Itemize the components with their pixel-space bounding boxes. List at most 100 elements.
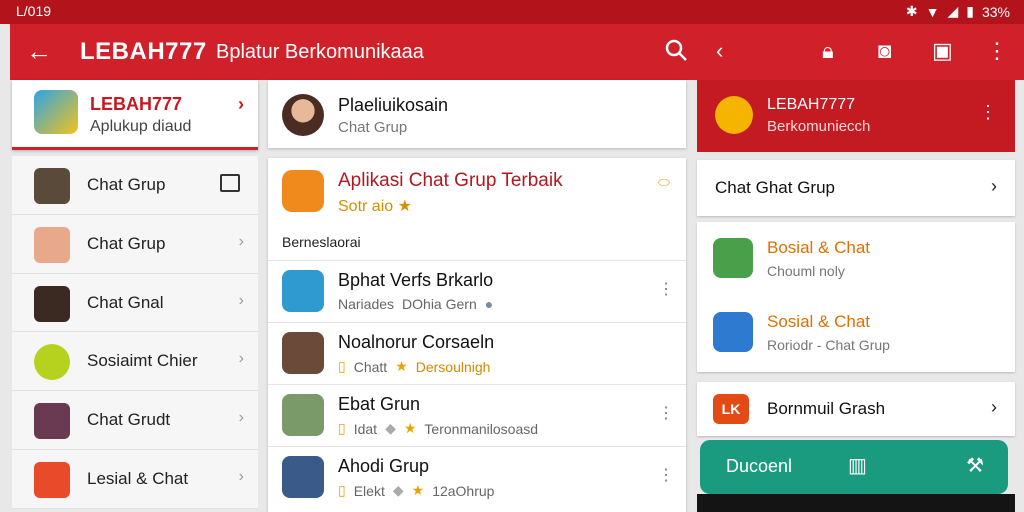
- avatar: [34, 403, 70, 440]
- list-item-meta: ▯ Elekt ◆ ★ 12aOhrup: [338, 482, 495, 499]
- app-bar: ← LEBAH777 Bplatur Berkomunikaaa: [10, 24, 694, 80]
- list-item[interactable]: Chat Grup: [12, 156, 258, 215]
- middle-column: Plaeliuikosain Chat Grup Aplikasi Chat G…: [268, 80, 686, 512]
- avatar: [282, 394, 324, 436]
- avatar: [34, 168, 70, 204]
- list-item-title: Bosial & Chat: [767, 238, 870, 257]
- user-icon: ●: [484, 296, 494, 312]
- chevron-right-icon: ›: [238, 232, 244, 250]
- list-item-sub: Roriodr - Chat Grup: [767, 337, 890, 353]
- star-icon: ★: [395, 358, 408, 374]
- back-arrow-icon[interactable]: ←: [26, 36, 52, 67]
- more-vert-icon[interactable]: ⋮: [658, 279, 674, 299]
- row-label: Bornmuil Grash: [767, 399, 886, 418]
- lock-icon[interactable]: 🔒︎: [822, 38, 834, 64]
- list-item[interactable]: Ahodi Grup ▯ Elekt ◆ ★ 12aOhrup ⋮: [268, 446, 686, 508]
- app-logo: [715, 96, 753, 134]
- battery-percent: 33%: [981, 3, 1010, 20]
- bluetooth-icon: ✱: [905, 3, 918, 19]
- app-icon: [282, 170, 324, 212]
- list-item[interactable]: Chat Grudt ›: [12, 391, 258, 450]
- chevron-right-icon: ›: [238, 467, 244, 485]
- left-column: LEBAH777 Aplukup diaud › Chat Grup Chat …: [12, 80, 258, 512]
- signal-icon: ◢: [947, 3, 959, 19]
- chat-name: Plaeliuikosain: [338, 95, 449, 115]
- avatar: [34, 344, 70, 381]
- chevron-right-icon: ›: [238, 291, 244, 309]
- list-item[interactable]: Ebat Grun ▯ Idat ◆ ★ Teronmanilosoasd ⋮: [268, 384, 686, 446]
- diamond-icon: ◆: [385, 420, 396, 436]
- list-item-name: Ebat Grun: [338, 394, 421, 414]
- search-icon[interactable]: [664, 38, 688, 62]
- section-label: Berneslaorai: [282, 234, 361, 250]
- gift-icon[interactable]: ▥: [848, 453, 867, 478]
- list-item[interactable]: Lesial & Chat ›: [12, 449, 258, 509]
- profile-name: LEBAH777: [90, 94, 183, 114]
- list-item[interactable]: Sosial & Chat Roriodr - Chat Grup: [697, 300, 1015, 372]
- chevron-left-icon[interactable]: ‹: [716, 38, 723, 64]
- featured-panel: Aplikasi Chat Grup Terbaik Sotr aio ★ ⬭ …: [268, 158, 686, 512]
- avatar: [34, 461, 70, 498]
- list-item-label: Chat Grup: [87, 175, 166, 194]
- avatar: [34, 285, 70, 322]
- list-item[interactable]: Chat Grup ›: [12, 214, 258, 274]
- list-item[interactable]: Bosial & Chat Chouml noly: [697, 226, 1015, 298]
- crop-icon[interactable]: [220, 174, 240, 192]
- row-label: Chat Ghat Grup: [715, 178, 836, 197]
- list-item[interactable]: Sosiaimt Chier ›: [12, 332, 258, 392]
- more-vert-icon[interactable]: ⋮: [658, 403, 674, 423]
- list-item[interactable]: Chat Gnal ›: [12, 273, 258, 333]
- status-time: L/019: [16, 3, 52, 19]
- profile-desc: Aplukup diaud: [90, 118, 192, 135]
- media-icon[interactable]: ▣: [932, 38, 953, 64]
- list-item-label: Sosiaimt Chier: [87, 351, 198, 371]
- app-icon: [713, 238, 753, 278]
- group-list: Bphat Verfs Brkarlo Nariades DOhia Gern …: [268, 260, 686, 508]
- status-icons: ✱ ▼ ◢ ▮ 33%: [906, 3, 1010, 20]
- right-header-sub: Berkomuniecch: [767, 118, 871, 135]
- chat-sub: Chat Grup: [338, 119, 408, 136]
- doc-icon: ▯: [338, 482, 346, 498]
- list-item[interactable]: Noalnorur Corsaeln ▯ Chatt ★ Dersoulnigh: [268, 322, 686, 384]
- more-vert-icon[interactable]: ⋮: [986, 38, 1008, 64]
- secondary-app-bar: ‹ 🔒︎ ◙ ▣ ⋮: [694, 24, 1024, 80]
- doc-icon: ▯: [338, 420, 346, 436]
- featured-rating: Sotr aio ★: [338, 198, 412, 215]
- more-vert-icon[interactable]: ⋮: [979, 102, 997, 123]
- app-badge: LK: [713, 394, 749, 424]
- tool-icon[interactable]: ⚒: [966, 453, 984, 478]
- list-item-label: Chat Grudt: [87, 410, 171, 430]
- chevron-right-icon: ›: [238, 350, 244, 368]
- avatar: [282, 456, 324, 498]
- chevron-right-icon[interactable]: ›: [238, 94, 244, 115]
- chat-group-row[interactable]: Chat Ghat Grup ›: [697, 160, 1015, 216]
- list-item-sub: Chouml noly: [767, 263, 845, 279]
- diamond-icon: ◆: [392, 482, 404, 498]
- notification-icon[interactable]: ◙: [878, 38, 891, 64]
- chevron-right-icon: ›: [991, 176, 997, 196]
- list-item-label: Lesial & Chat: [87, 468, 189, 488]
- battery-icon: ▮: [966, 3, 974, 19]
- list-item-meta: ▯ Chatt ★ Dersoulnigh: [338, 358, 491, 375]
- action-label[interactable]: Ducoenl: [726, 456, 792, 477]
- wifi-icon: ▼: [925, 3, 940, 20]
- chevron-right-icon: ›: [238, 409, 244, 427]
- avatar: [282, 94, 324, 136]
- right-header: LEBAH7777 Berkomuniecch ⋮: [697, 80, 1015, 152]
- chat-header-card[interactable]: Plaeliuikosain Chat Grup: [268, 80, 686, 148]
- nav-strip: [697, 494, 1015, 512]
- action-bar[interactable]: Ducoenl ▥ ⚒: [700, 440, 1008, 494]
- avatar: [282, 270, 324, 312]
- profile-card[interactable]: LEBAH777 Aplukup diaud ›: [12, 80, 258, 150]
- list-item-label: Chat Gnal: [87, 292, 164, 312]
- chevron-right-icon: ›: [991, 397, 997, 417]
- list-item[interactable]: Bphat Verfs Brkarlo Nariades DOhia Gern …: [268, 260, 686, 322]
- right-column: LEBAH7777 Berkomuniecch ⋮ Chat Ghat Grup…: [697, 80, 1015, 512]
- right-header-name: LEBAH7777: [767, 96, 856, 113]
- group-row[interactable]: LK Bornmuil Grash ›: [697, 382, 1015, 436]
- list-item-name: Ahodi Grup: [338, 456, 430, 476]
- profile-avatar: [34, 90, 78, 134]
- link-icon[interactable]: ⬭: [658, 174, 670, 191]
- more-vert-icon[interactable]: ⋮: [658, 465, 674, 485]
- star-icon: ★: [411, 482, 425, 498]
